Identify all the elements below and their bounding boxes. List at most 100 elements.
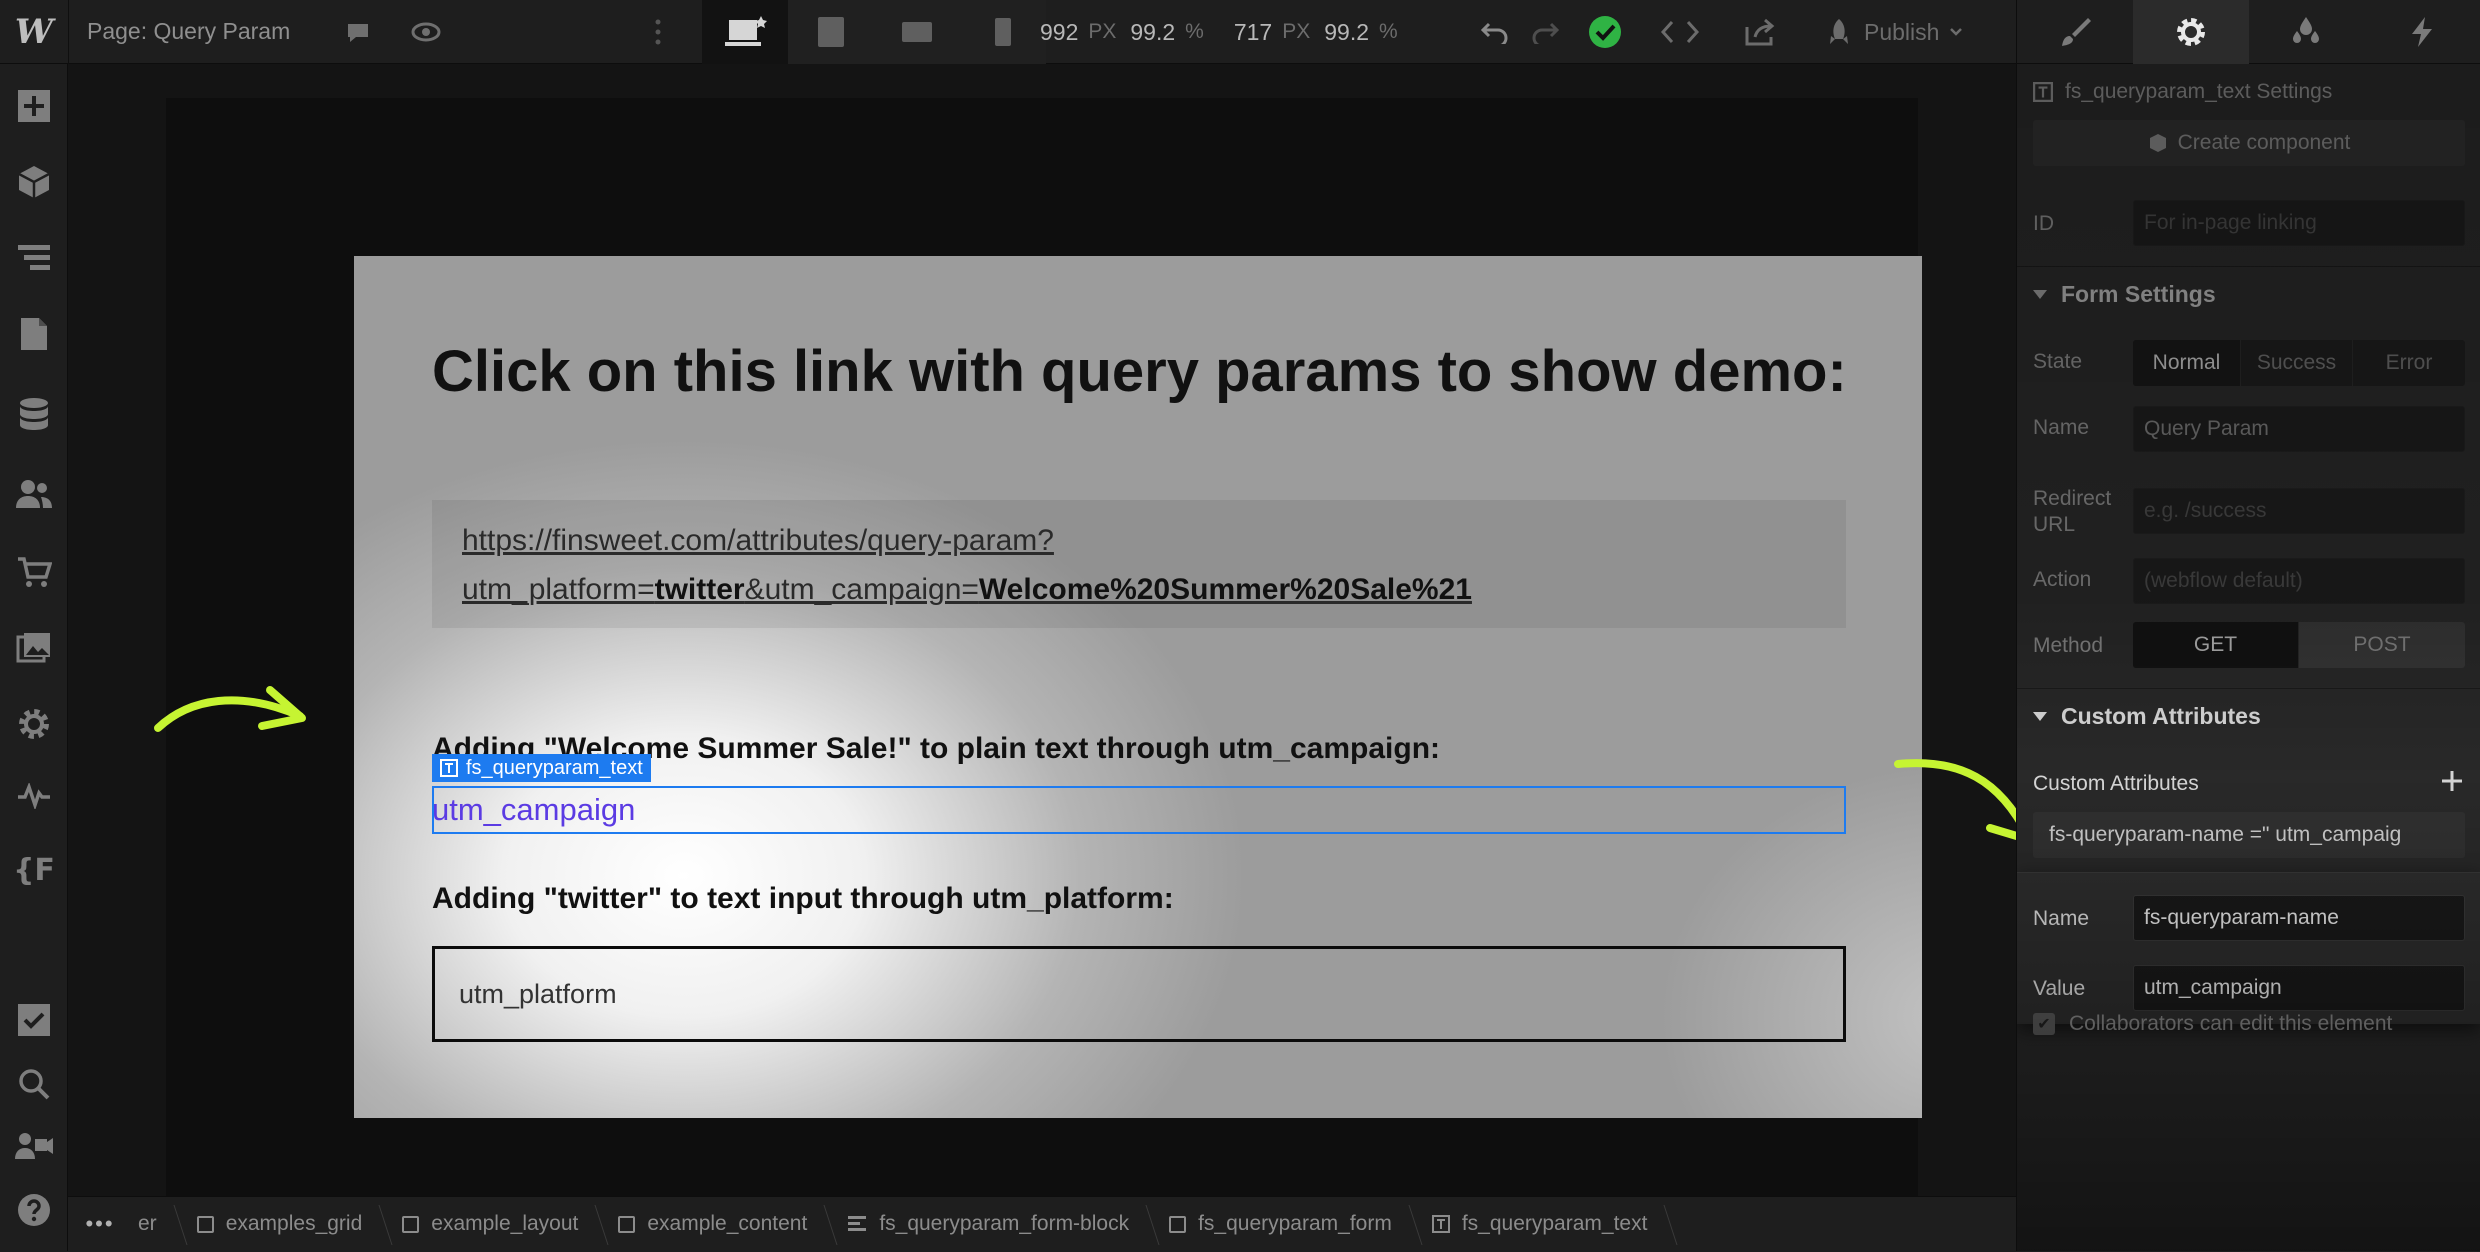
cms-database-icon[interactable] bbox=[14, 394, 54, 434]
breadcrumb-label: er bbox=[138, 1212, 157, 1235]
checkmark-icon[interactable]: ✔ bbox=[2033, 1013, 2055, 1035]
selected-element-name: fs_queryparam_text bbox=[466, 756, 643, 779]
demo-heading: Click on this link with query params to … bbox=[432, 339, 1847, 404]
breadcrumb-more-icon[interactable]: ••• bbox=[68, 1197, 132, 1252]
breadcrumb-label: example_content bbox=[647, 1212, 808, 1235]
method-post[interactable]: POST bbox=[2299, 622, 2465, 668]
selected-element-tag[interactable]: fs_queryparam_text bbox=[432, 754, 651, 782]
rocket-icon bbox=[1830, 19, 1848, 44]
toolbar-actions: Publish bbox=[1470, 0, 1963, 64]
link-part: utm_platform= bbox=[462, 573, 655, 606]
designer-canvas[interactable]: Click on this link with query params to … bbox=[68, 64, 2016, 1196]
more-vertical-icon[interactable] bbox=[648, 0, 668, 64]
settings-gear-icon[interactable] bbox=[14, 704, 54, 744]
breadcrumb-item[interactable]: er bbox=[132, 1197, 177, 1252]
video-tutorials-icon[interactable] bbox=[14, 1126, 54, 1166]
audit-pulse-icon[interactable] bbox=[14, 776, 54, 816]
mobile-landscape-icon[interactable] bbox=[874, 0, 960, 64]
form-name-input[interactable]: Query Param bbox=[2133, 406, 2465, 452]
help-icon[interactable] bbox=[14, 1190, 54, 1230]
method-label: Method bbox=[2033, 634, 2104, 657]
queryparam-text-element[interactable]: utm_campaign bbox=[432, 792, 635, 828]
redirect-url-input[interactable]: e.g. /success bbox=[2133, 488, 2465, 534]
share-icon[interactable] bbox=[1720, 17, 1800, 47]
breadcrumb-item[interactable]: fs_queryparam_form bbox=[1149, 1197, 1412, 1252]
action-input[interactable]: (webflow default) bbox=[2133, 558, 2465, 604]
state-success[interactable]: Success bbox=[2241, 340, 2353, 386]
tasks-checkbox-icon[interactable] bbox=[14, 1000, 54, 1040]
settings-panel: fs_queryparam_text Settings Create compo… bbox=[2016, 64, 2480, 1251]
utm-platform-input[interactable]: utm_platform bbox=[432, 946, 1846, 1042]
caret-down-icon bbox=[2033, 712, 2047, 721]
code-export-icon[interactable] bbox=[1640, 19, 1720, 45]
publish-button[interactable]: Publish bbox=[1824, 17, 1963, 47]
selected-element-outline[interactable] bbox=[432, 786, 1846, 834]
right-panel-tabs bbox=[2016, 0, 2480, 64]
breadcrumb-item[interactable]: example_layout bbox=[382, 1197, 598, 1252]
apps-braces-icon[interactable]: {F bbox=[13, 850, 55, 890]
collaborators-checkbox-row[interactable]: ✔ Collaborators can edit this element bbox=[2033, 1012, 2392, 1036]
link-part: &utm_campaign= bbox=[744, 573, 979, 606]
attribute-value-input[interactable]: utm_campaign bbox=[2133, 965, 2465, 1011]
percent-unit: % bbox=[1379, 20, 1398, 43]
custom-attributes-title: Custom Attributes bbox=[2061, 703, 2261, 729]
demo-link-line2[interactable]: utm_platform=twitter&utm_campaign=Welcom… bbox=[462, 565, 1816, 614]
chevron-down-icon bbox=[1950, 28, 1963, 36]
add-attribute-icon[interactable] bbox=[2439, 768, 2465, 794]
state-normal[interactable]: Normal bbox=[2133, 340, 2241, 386]
desktop-breakpoint-icon[interactable] bbox=[702, 0, 788, 64]
style-brush-icon[interactable] bbox=[2017, 0, 2133, 64]
text-element-icon bbox=[1431, 1215, 1450, 1233]
add-panel-icon[interactable] bbox=[14, 86, 54, 126]
breadcrumb-item[interactable]: example_content bbox=[598, 1197, 827, 1252]
caret-down-icon bbox=[2033, 290, 2047, 299]
users-icon[interactable] bbox=[14, 474, 54, 514]
element-breadcrumb: ••• er examples_grid example_layout exam… bbox=[68, 1196, 2016, 1251]
state-label: State bbox=[2033, 350, 2083, 373]
tablet-breakpoint-icon[interactable] bbox=[788, 0, 874, 64]
preview-eye-icon[interactable] bbox=[406, 21, 446, 43]
components-cube-icon[interactable] bbox=[14, 162, 54, 202]
width-value[interactable]: 992 bbox=[1040, 19, 1078, 46]
width-percent: 99.2 bbox=[1130, 18, 1176, 45]
canvas-dimensions: 992 PX 99.2 % 717 PX 99.2 % bbox=[1040, 0, 1412, 64]
ecommerce-cart-icon[interactable] bbox=[14, 552, 54, 592]
attribute-name-input[interactable]: fs-queryparam-name bbox=[2133, 895, 2465, 941]
create-component-button[interactable]: Create component bbox=[2033, 120, 2465, 166]
redo-icon[interactable] bbox=[1520, 20, 1570, 44]
webflow-logo-icon[interactable]: W bbox=[0, 0, 68, 64]
comments-icon[interactable] bbox=[338, 18, 378, 46]
breadcrumb-item[interactable]: fs_queryparam_text bbox=[1412, 1197, 1668, 1252]
style-manager-drops-icon[interactable] bbox=[2249, 0, 2365, 64]
div-block-icon bbox=[1169, 1215, 1187, 1233]
page-body: Click on this link with query params to … bbox=[166, 98, 1922, 1196]
state-error[interactable]: Error bbox=[2353, 340, 2465, 386]
div-block-icon bbox=[196, 1215, 214, 1233]
navigator-icon[interactable] bbox=[14, 238, 54, 278]
assets-images-icon[interactable] bbox=[14, 628, 54, 668]
search-icon[interactable] bbox=[14, 1064, 54, 1104]
text-element-icon bbox=[440, 759, 458, 777]
page-selector[interactable]: Page: Query Param bbox=[87, 18, 290, 45]
form-settings-header[interactable]: Form Settings bbox=[2017, 266, 2480, 322]
id-input[interactable]: For in-page linking bbox=[2133, 200, 2465, 246]
create-component-label: Create component bbox=[2177, 131, 2351, 154]
breadcrumb-label: example_layout bbox=[431, 1212, 579, 1235]
mobile-portrait-icon[interactable] bbox=[960, 0, 1046, 64]
attribute-list-item[interactable]: fs-queryparam-name =" utm_campaig bbox=[2033, 812, 2465, 858]
demo-link-line1[interactable]: https://finsweet.com/attributes/query-pa… bbox=[462, 516, 1816, 565]
status-check-icon[interactable] bbox=[1570, 15, 1640, 49]
height-value[interactable]: 717 bbox=[1234, 19, 1272, 46]
method-switcher: GET POST bbox=[2133, 622, 2465, 668]
method-get[interactable]: GET bbox=[2133, 622, 2299, 668]
interactions-lightning-icon[interactable] bbox=[2364, 0, 2480, 64]
custom-attributes-header[interactable]: Custom Attributes bbox=[2017, 688, 2480, 744]
form-block-icon bbox=[848, 1216, 867, 1231]
breadcrumb-item[interactable]: examples_grid bbox=[177, 1197, 383, 1252]
pages-icon[interactable] bbox=[14, 314, 54, 354]
breadcrumb-item[interactable]: fs_queryparam_form-block bbox=[827, 1197, 1149, 1252]
link-part-bold: Welcome%20Summer%20Sale%21 bbox=[978, 573, 1472, 606]
text-input-subheading: Adding "twitter" to text input through u… bbox=[432, 882, 1174, 915]
settings-gear-icon[interactable] bbox=[2132, 0, 2249, 64]
undo-icon[interactable] bbox=[1470, 20, 1520, 44]
